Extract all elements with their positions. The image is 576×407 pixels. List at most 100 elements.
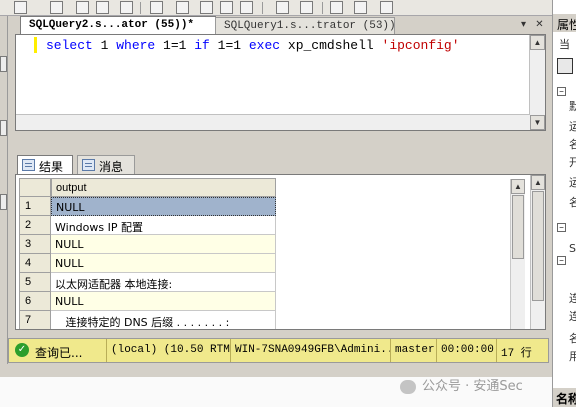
left-dock-gutter xyxy=(0,16,8,390)
status-message: ✓ 查询已... xyxy=(9,339,107,362)
output-cell[interactable]: NULL xyxy=(51,235,276,254)
status-rows: 17 行 xyxy=(501,348,532,360)
table-row[interactable]: 7 连接特定的 DNS 后缀 . . . . . . . : xyxy=(19,311,276,329)
row-number[interactable]: 2 xyxy=(19,216,51,235)
toolbar xyxy=(0,0,576,16)
success-check-icon: ✓ xyxy=(15,343,29,357)
close-icon[interactable]: ✕ xyxy=(534,19,545,30)
property-row-label[interactable]: 连 xyxy=(569,308,576,324)
sql-token: 1 xyxy=(100,38,117,53)
comment-icon[interactable] xyxy=(276,1,289,14)
output-cell[interactable]: Windows IP 配置 xyxy=(51,216,276,235)
results-pane: output 1 NULL 2 Windows IP 配置 3 NULL 4 NULL 5 以太网… xyxy=(15,174,546,330)
toolbar-button-7[interactable] xyxy=(176,1,189,14)
status-server: (local) (10.50 RTM) xyxy=(107,339,231,362)
pane-scroll-thumb[interactable] xyxy=(532,191,544,301)
tab-sqlquery2[interactable]: SQLQuery2.s...ator (55))* xyxy=(20,16,216,34)
output-cell[interactable]: NULL xyxy=(51,292,276,311)
dock-tab[interactable] xyxy=(0,194,7,210)
table-row[interactable]: 4 NULL xyxy=(19,254,276,273)
document-tabbar: SQLQuery2.s...ator (55))* SQLQuery1.s...… xyxy=(8,16,548,35)
indent-icon[interactable] xyxy=(330,1,343,14)
dock-tab[interactable] xyxy=(0,56,7,72)
sql-token: where xyxy=(116,38,164,53)
pane-splitter[interactable] xyxy=(15,131,546,153)
expand-icon[interactable]: − xyxy=(557,223,566,232)
row-number[interactable]: 3 xyxy=(19,235,51,254)
categorized-icon[interactable] xyxy=(557,58,573,74)
property-row-label[interactable]: 用 xyxy=(569,348,576,364)
sql-token: 1=1 xyxy=(163,38,195,53)
toolbar-button-1[interactable] xyxy=(14,1,27,14)
parse-check-icon[interactable] xyxy=(50,1,63,14)
property-row-label[interactable]: 运 xyxy=(569,118,576,134)
table-row[interactable]: 2 Windows IP 配置 xyxy=(19,216,276,235)
property-row-label[interactable]: 当 xyxy=(559,36,570,52)
toolbar-button-6[interactable] xyxy=(150,1,163,14)
dock-tab[interactable] xyxy=(0,120,7,136)
output-cell[interactable]: NULL xyxy=(51,254,276,273)
outdent-icon[interactable] xyxy=(354,1,367,14)
toolbar-button-3[interactable] xyxy=(76,1,89,14)
specify-values-icon[interactable] xyxy=(380,1,393,14)
scroll-up-icon[interactable]: ▲ xyxy=(531,175,545,190)
tab-sqlquery1[interactable]: SQLQuery1.s...trator (53)) xyxy=(215,17,396,35)
property-row-label[interactable]: 名 xyxy=(569,136,576,152)
output-cell[interactable]: NULL xyxy=(51,197,276,216)
toolbar-button-4[interactable] xyxy=(96,1,109,14)
property-row-label[interactable]: 运 xyxy=(569,174,576,190)
editor-horizontal-scrollbar[interactable] xyxy=(16,114,530,130)
uncomment-icon[interactable] xyxy=(300,1,313,14)
sql-token: exec xyxy=(248,38,288,53)
row-number[interactable]: 4 xyxy=(19,254,51,273)
toolbar-separator xyxy=(140,2,141,14)
property-row-label[interactable]: S xyxy=(569,242,576,255)
row-number[interactable]: 5 xyxy=(19,273,51,292)
property-row-label[interactable]: 开 xyxy=(569,154,576,170)
toolbar-button-8[interactable] xyxy=(200,1,213,14)
properties-panel: 属性 当默运名开运名S连连名用 − − − 名称 xyxy=(552,0,576,407)
row-number[interactable]: 1 xyxy=(19,197,51,216)
sql-token: 'ipconfig' xyxy=(381,38,460,53)
property-row-label[interactable]: 名 xyxy=(569,194,576,210)
sql-token: if xyxy=(194,38,218,53)
expand-icon[interactable]: − xyxy=(557,256,566,265)
toolbar-button-10[interactable] xyxy=(240,1,253,14)
toolbar-button-5[interactable] xyxy=(120,1,133,14)
toolbar-button-9[interactable] xyxy=(220,1,233,14)
row-number[interactable]: 6 xyxy=(19,292,51,311)
grid-scroll-thumb[interactable] xyxy=(512,195,524,259)
table-row[interactable]: 6 NULL xyxy=(19,292,276,311)
property-row-label[interactable]: 名 xyxy=(569,330,576,346)
expand-icon[interactable]: − xyxy=(557,87,566,96)
editor-vertical-scrollbar[interactable]: ▲ ▼ xyxy=(529,35,545,130)
scroll-up-icon[interactable]: ▲ xyxy=(530,35,545,50)
tab-results[interactable]: 结果 xyxy=(17,155,73,174)
sql-token: xp_cmdshell xyxy=(287,38,382,53)
grid-vertical-scrollbar[interactable]: ▲ xyxy=(510,179,525,329)
toolbar-separator xyxy=(262,2,263,14)
sql-token: select xyxy=(46,38,101,53)
table-row[interactable]: 3 NULL xyxy=(19,235,276,254)
grid-corner-header[interactable] xyxy=(19,178,51,197)
sql-token: 1=1 xyxy=(217,38,249,53)
property-row-label[interactable]: 默 xyxy=(569,98,576,114)
tab-messages[interactable]: 消息 xyxy=(77,155,135,174)
table-row[interactable]: 5 以太网适配器 本地连接: xyxy=(19,273,276,292)
tab-list-icon[interactable]: ▾ xyxy=(518,19,529,30)
results-grid: output 1 NULL 2 Windows IP 配置 3 NULL 4 NULL 5 以太网… xyxy=(19,178,524,329)
row-number[interactable]: 7 xyxy=(19,311,51,329)
property-description-title: 名称 xyxy=(553,388,576,407)
query-editor[interactable]: select 1 where 1=1 if 1=1 exec xp_cmdshe… xyxy=(15,34,546,131)
scroll-down-icon[interactable]: ▼ xyxy=(530,115,545,130)
column-header-output[interactable]: output xyxy=(51,178,276,197)
query-text-line[interactable]: select 1 where 1=1 if 1=1 exec xp_cmdshe… xyxy=(46,38,460,53)
pane-vertical-scrollbar[interactable]: ▲ xyxy=(530,175,545,329)
wechat-icon xyxy=(400,379,416,394)
line-change-marker xyxy=(34,37,37,53)
table-row[interactable]: 1 NULL xyxy=(19,197,276,216)
property-row-label[interactable]: 连 xyxy=(569,290,576,306)
scroll-up-icon[interactable]: ▲ xyxy=(511,179,525,194)
output-cell[interactable]: 连接特定的 DNS 后缀 . . . . . . . : xyxy=(51,311,276,329)
output-cell[interactable]: 以太网适配器 本地连接: xyxy=(51,273,276,292)
